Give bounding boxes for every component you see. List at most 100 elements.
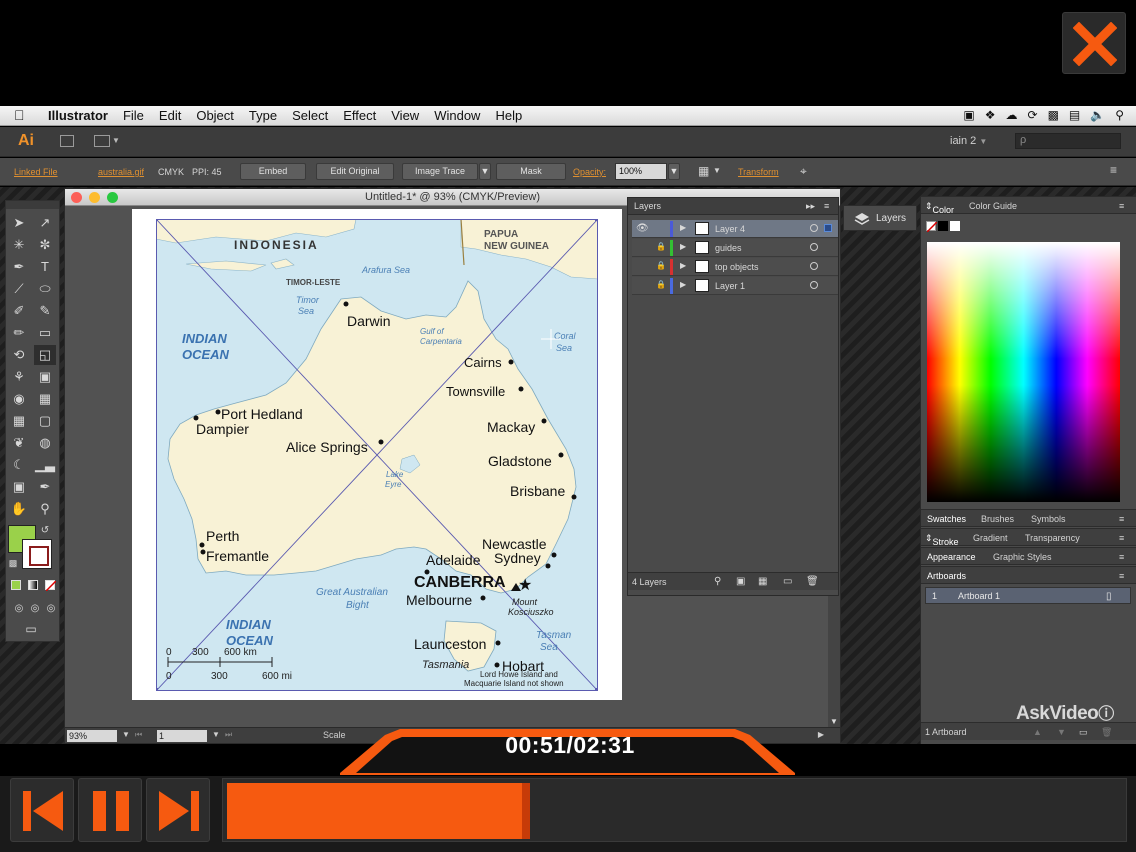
artboard-field[interactable]: 1 — [157, 730, 207, 742]
dropbox-icon[interactable]: ❖ — [985, 108, 996, 122]
first-artboard-icon[interactable]: ⏮ — [135, 730, 142, 740]
tab-graphic-styles[interactable]: Graphic Styles — [993, 552, 1052, 562]
swap-colors-icon[interactable]: ↺ — [38, 521, 52, 541]
zoom-field[interactable]: 93% — [67, 730, 117, 742]
menu-type[interactable]: Type — [249, 108, 277, 123]
lock-icon[interactable]: 🔒 — [656, 280, 666, 289]
wifi-icon[interactable]: ▤ — [1069, 108, 1080, 122]
pen-tool-icon[interactable]: ✒ — [8, 257, 30, 277]
image-trace-button[interactable]: Image Trace — [402, 163, 478, 180]
camera-icon[interactable]: ▣ — [963, 108, 974, 122]
panel-menu-icon[interactable]: ≡ — [824, 201, 829, 211]
window-close-button[interactable] — [71, 192, 82, 203]
cloud-icon[interactable]: ☁ — [1006, 108, 1018, 122]
panel-menu-icon[interactable]: ≡ — [1110, 163, 1117, 177]
gradient-tool-icon[interactable]: ▢ — [34, 411, 56, 431]
previous-button[interactable] — [10, 778, 74, 842]
tab-color[interactable]: ⇕ Color — [925, 201, 954, 215]
embed-button[interactable]: Embed — [240, 163, 306, 180]
warp-tool-icon[interactable]: ⚘ — [8, 367, 30, 387]
black-color-swatch[interactable] — [938, 221, 948, 231]
slice-tool-icon[interactable]: ✒ — [34, 477, 56, 497]
tab-transparency[interactable]: Transparency — [1025, 533, 1080, 543]
eraser-tool-icon[interactable]: ▭ — [34, 323, 56, 343]
column-graph-tool-icon[interactable]: ▁▃ — [34, 455, 56, 475]
blend-tool-icon[interactable]: ◍ — [34, 433, 56, 453]
seek-handle[interactable] — [522, 783, 530, 839]
shape-builder-tool-icon[interactable]: ◉ — [8, 389, 30, 409]
linked-file-link[interactable]: Linked File — [14, 167, 58, 177]
search-input[interactable]: ρ — [1015, 133, 1121, 149]
opacity-field[interactable]: 100% — [615, 163, 667, 180]
locate-object-icon[interactable]: ⚲ — [714, 576, 721, 587]
line-tool-icon[interactable]: ⟋ — [8, 279, 30, 299]
white-color-swatch[interactable] — [950, 221, 960, 231]
arrange-documents-icon[interactable] — [94, 135, 110, 147]
tab-swatches[interactable]: Swatches — [927, 514, 966, 524]
default-colors-icon[interactable]: ▩ — [6, 553, 20, 573]
lasso-tool-icon[interactable]: ✼ — [34, 235, 56, 255]
file-name-link[interactable]: australia.gif — [98, 167, 144, 177]
rotate-tool-icon[interactable]: ⟲ — [8, 345, 30, 365]
isolate-icon[interactable]: ⌖ — [800, 164, 807, 179]
edit-original-button[interactable]: Edit Original — [316, 163, 394, 180]
scroll-right-icon[interactable]: ▶ — [818, 730, 824, 739]
expand-triangle-icon[interactable]: ▶ — [680, 280, 686, 289]
panel-grip[interactable] — [6, 201, 59, 209]
target-circle-icon[interactable] — [810, 262, 818, 270]
layer-row[interactable]: 🔒 ▶ Layer 1 — [632, 277, 838, 295]
ellipse-tool-icon[interactable]: ⬭ — [34, 279, 56, 299]
image-trace-dropdown[interactable]: ▼ — [479, 163, 491, 180]
bridge-icon[interactable] — [60, 135, 74, 147]
menu-app[interactable]: Illustrator — [48, 108, 108, 123]
new-layer-icon[interactable]: ▭ — [783, 576, 792, 587]
paintbrush-tool-icon[interactable]: ✐ — [8, 301, 30, 321]
layer-row[interactable]: 🔒 ▶ top objects — [632, 258, 838, 276]
eyedropper-tool-icon[interactable]: ❦ — [8, 433, 30, 453]
tab-symbols[interactable]: Symbols — [1031, 514, 1066, 524]
mask-button[interactable]: Mask — [496, 163, 566, 180]
menu-file[interactable]: File — [123, 108, 144, 123]
screen-mode-icon[interactable]: ▭ — [20, 619, 42, 639]
panel-menu-icon[interactable]: ≡ — [1119, 571, 1124, 581]
display-icon[interactable]: ▩ — [1048, 108, 1059, 122]
lock-icon[interactable]: 🔒 — [656, 242, 666, 251]
blob-brush-tool-icon[interactable]: ✏ — [8, 323, 30, 343]
tab-brushes[interactable]: Brushes — [981, 514, 1014, 524]
spotlight-icon[interactable]: ⚲ — [1115, 108, 1124, 122]
free-transform-tool-icon[interactable]: ▣ — [34, 367, 56, 387]
menu-help[interactable]: Help — [495, 108, 522, 123]
chevron-down-icon[interactable]: ▼ — [112, 136, 120, 145]
dock-layers-button[interactable]: Layers — [843, 205, 917, 231]
tab-color-guide[interactable]: Color Guide — [969, 201, 1017, 211]
tab-artboards[interactable]: Artboards — [927, 571, 966, 581]
make-clipping-mask-icon[interactable]: ▣ — [736, 576, 745, 587]
selection-tool-icon[interactable]: ➤ — [8, 213, 30, 233]
layer-row[interactable]: 🔒 ▶ guides — [632, 239, 838, 257]
tab-stroke[interactable]: ⇕ Stroke — [925, 533, 959, 547]
artboard-options-icon[interactable]: ▯ — [1106, 591, 1112, 602]
workspace-switcher[interactable]: iain 2 ▼ — [950, 135, 987, 147]
panel-menu-icon[interactable]: ≡ — [1119, 533, 1124, 543]
menu-window[interactable]: Window — [434, 108, 480, 123]
panel-menu-icon[interactable]: ≡ — [1119, 514, 1124, 524]
none-mode-button[interactable] — [45, 580, 56, 591]
window-minimize-button[interactable] — [89, 192, 100, 203]
perspective-grid-tool-icon[interactable]: ▦ — [34, 389, 56, 409]
artboard-tool-icon[interactable]: ▣ — [8, 477, 30, 497]
symbol-sprayer-tool-icon[interactable]: ☾ — [8, 455, 30, 475]
menu-object[interactable]: Object — [196, 108, 234, 123]
layers-tab[interactable]: Layers — [634, 201, 661, 211]
visibility-eye-icon[interactable]: 👁 — [636, 223, 649, 234]
pencil-tool-icon[interactable]: ✎ — [34, 301, 56, 321]
transform-link[interactable]: Transform — [738, 167, 779, 177]
last-artboard-icon[interactable]: ⏭ — [225, 730, 232, 740]
menu-effect[interactable]: Effect — [343, 108, 376, 123]
gradient-mode-button[interactable] — [28, 580, 38, 590]
artboard-list-item[interactable]: 1 Artboard 1 ▯ — [925, 587, 1131, 604]
menu-edit[interactable]: Edit — [159, 108, 181, 123]
tab-gradient[interactable]: Gradient — [973, 533, 1008, 543]
scale-tool-icon[interactable]: ◱ — [34, 345, 56, 365]
volume-icon[interactable]: 🔈 — [1090, 108, 1105, 122]
new-sublayer-icon[interactable]: ▦ — [758, 576, 767, 587]
